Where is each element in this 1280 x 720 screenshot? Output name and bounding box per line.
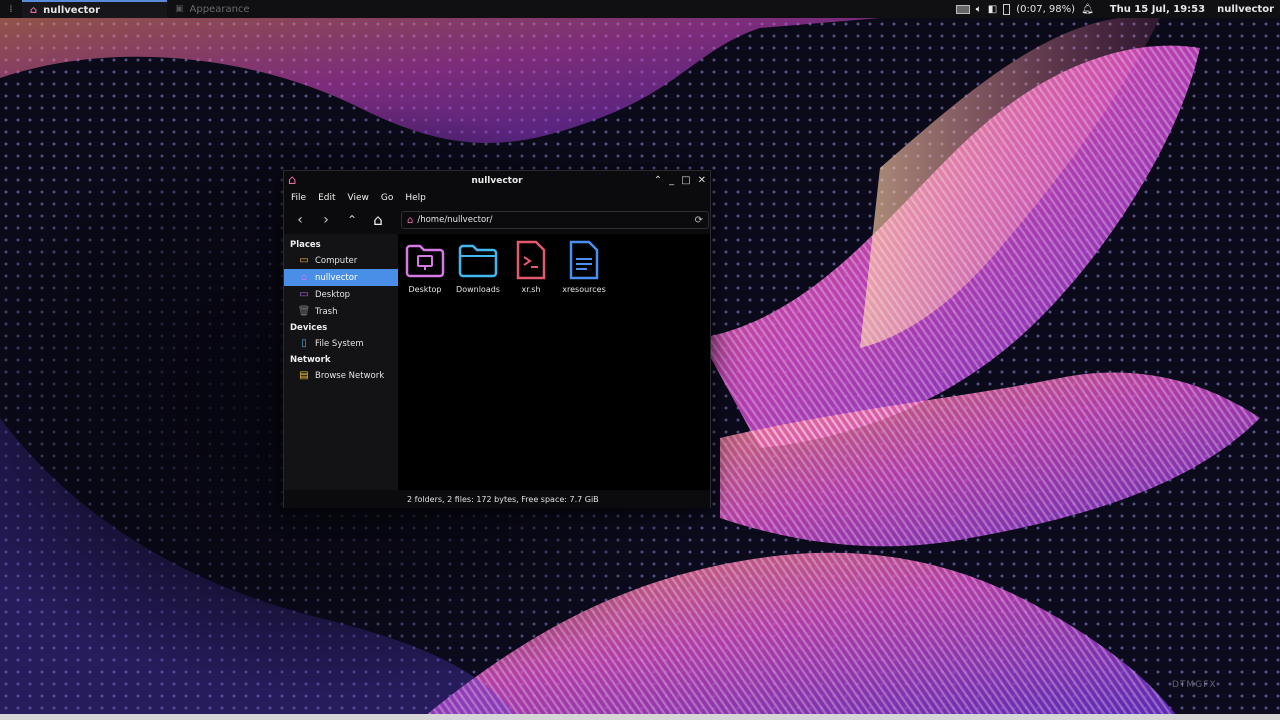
script-file-icon bbox=[516, 240, 546, 280]
folder-icon bbox=[458, 244, 498, 278]
menu-file[interactable]: File bbox=[291, 193, 306, 203]
sidebar-item-file-system[interactable]: ▯ File System bbox=[284, 335, 398, 352]
window-title: nullvector bbox=[471, 175, 523, 186]
panel-clock[interactable]: Thu 15 Jul, 19:53 bbox=[1110, 4, 1205, 15]
home-icon: ⌂ bbox=[300, 272, 308, 283]
taskbar-item-appearance[interactable]: ▣ Appearance bbox=[167, 0, 317, 18]
file-view[interactable]: Desktop Downloads xr.sh xresources bbox=[398, 234, 710, 490]
bottom-panel-strip bbox=[0, 714, 1280, 720]
sidebar-item-label: File System bbox=[315, 338, 364, 349]
file-manager-window: ⌂ nullvector ⌃ _ □ ✕ File Edit View Go H… bbox=[283, 170, 711, 508]
volume-icon[interactable]: 🔈︎ bbox=[976, 4, 982, 15]
window-titlebar[interactable]: ⌂ nullvector ⌃ _ □ ✕ bbox=[284, 171, 710, 190]
up-button[interactable]: ⌃ bbox=[343, 211, 361, 229]
network-icon[interactable]: ◧ bbox=[988, 4, 997, 15]
menu-help[interactable]: Help bbox=[405, 193, 426, 203]
window-maximize-button[interactable]: □ bbox=[681, 175, 690, 186]
notification-bell-icon[interactable]: 🔔︎ bbox=[1081, 4, 1094, 15]
sidebar-item-label: nullvector bbox=[315, 272, 358, 283]
file-name: Downloads bbox=[456, 285, 500, 294]
window-shade-button[interactable]: ⌃ bbox=[654, 175, 662, 186]
chevron-left-icon: ‹ bbox=[297, 212, 303, 228]
window-close-button[interactable]: ✕ bbox=[698, 175, 706, 186]
sidebar-item-nullvector[interactable]: ⌂ nullvector bbox=[284, 269, 398, 286]
computer-icon: ▭ bbox=[299, 255, 309, 266]
wallpaper-watermark: DTMGFX bbox=[1172, 680, 1217, 690]
sidebar-header-places: Places bbox=[290, 240, 321, 250]
desktop-folder-icon bbox=[405, 244, 445, 278]
location-path: /home/nullvector/ bbox=[417, 215, 493, 225]
status-bar: 2 folders, 2 files: 172 bytes, Free spac… bbox=[284, 490, 710, 508]
chevron-up-icon: ⌃ bbox=[346, 213, 358, 227]
forward-button[interactable]: › bbox=[317, 211, 335, 229]
battery-icon[interactable] bbox=[1003, 3, 1011, 15]
location-bar[interactable]: ⌂ /home/nullvector/ ⟳ bbox=[401, 211, 709, 229]
home-button[interactable]: ⌂ bbox=[369, 211, 387, 229]
menu-edit[interactable]: Edit bbox=[318, 193, 335, 203]
trash-icon: 🗑︎ bbox=[297, 306, 311, 317]
sidebar-item-trash[interactable]: 🗑︎ Trash bbox=[284, 303, 398, 320]
menu-bar: File Edit View Go Help bbox=[284, 190, 710, 206]
sidebar-item-label: Browse Network bbox=[315, 370, 385, 381]
file-item-xresources[interactable]: xresources bbox=[562, 239, 606, 294]
sidebar-item-label: Trash bbox=[315, 306, 338, 317]
home-icon: ⌂ bbox=[30, 4, 38, 16]
status-text: 2 folders, 2 files: 172 bytes, Free spac… bbox=[407, 494, 599, 504]
window-minimize-button[interactable]: _ bbox=[669, 175, 674, 186]
home-icon: ⌂ bbox=[373, 211, 383, 229]
sidebar-item-label: Computer bbox=[315, 255, 358, 266]
sidebar-header-network: Network bbox=[290, 355, 331, 365]
menu-view[interactable]: View bbox=[348, 193, 369, 203]
network-icon: ▤ bbox=[299, 370, 309, 381]
file-item-desktop[interactable]: Desktop bbox=[404, 239, 446, 294]
drive-icon: ▯ bbox=[301, 338, 307, 349]
taskbar-item-label: nullvector bbox=[43, 4, 101, 16]
chevron-right-icon: › bbox=[323, 212, 329, 228]
window-controls: ⌃ _ □ ✕ bbox=[654, 175, 706, 186]
menu-go[interactable]: Go bbox=[381, 193, 393, 203]
sidebar-header-devices: Devices bbox=[290, 323, 328, 333]
home-folder-icon: ⌂ bbox=[407, 214, 414, 226]
text-file-icon bbox=[569, 240, 599, 280]
file-name: xresources bbox=[562, 285, 606, 294]
sidebar-item-label: Desktop bbox=[315, 289, 351, 300]
file-item-xr-sh[interactable]: xr.sh bbox=[510, 239, 552, 294]
panel-user-menu[interactable]: nullvector bbox=[1217, 4, 1274, 15]
sidebar-item-browse-network[interactable]: ▤ Browse Network bbox=[284, 367, 398, 384]
taskbar-item-nullvector[interactable]: ⌂ nullvector bbox=[22, 0, 167, 18]
reload-icon[interactable]: ⟳ bbox=[695, 215, 703, 226]
toolbar: ‹ › ⌃ ⌂ ⌂ /home/nullvector/ ⟳ bbox=[284, 206, 710, 234]
back-button[interactable]: ‹ bbox=[291, 211, 309, 229]
sidebar: Places ▭ Computer ⌂ nullvector ▭ Desktop… bbox=[284, 234, 398, 490]
window-body: Places ▭ Computer ⌂ nullvector ▭ Desktop… bbox=[284, 234, 710, 490]
top-panel: ⁞ ⌂ nullvector ▣ Appearance 🔈︎ ◧ (0:07, … bbox=[0, 0, 1280, 18]
desktop-icon: ▭ bbox=[299, 289, 309, 300]
battery-status: (0:07, 98%) bbox=[1016, 3, 1076, 15]
file-name: xr.sh bbox=[521, 285, 541, 294]
system-tray: 🔈︎ ◧ (0:07, 98%) 🔔︎ Thu 15 Jul, 19:53 nu… bbox=[955, 3, 1280, 15]
file-name: Desktop bbox=[408, 285, 442, 294]
panel-handle[interactable]: ⁞ bbox=[0, 0, 22, 18]
sidebar-item-desktop[interactable]: ▭ Desktop bbox=[284, 286, 398, 303]
appearance-icon: ▣ bbox=[175, 4, 184, 14]
sidebar-item-computer[interactable]: ▭ Computer bbox=[284, 252, 398, 269]
taskbar-item-label: Appearance bbox=[189, 3, 250, 15]
display-icon[interactable] bbox=[955, 4, 970, 14]
file-item-downloads[interactable]: Downloads bbox=[456, 239, 500, 294]
